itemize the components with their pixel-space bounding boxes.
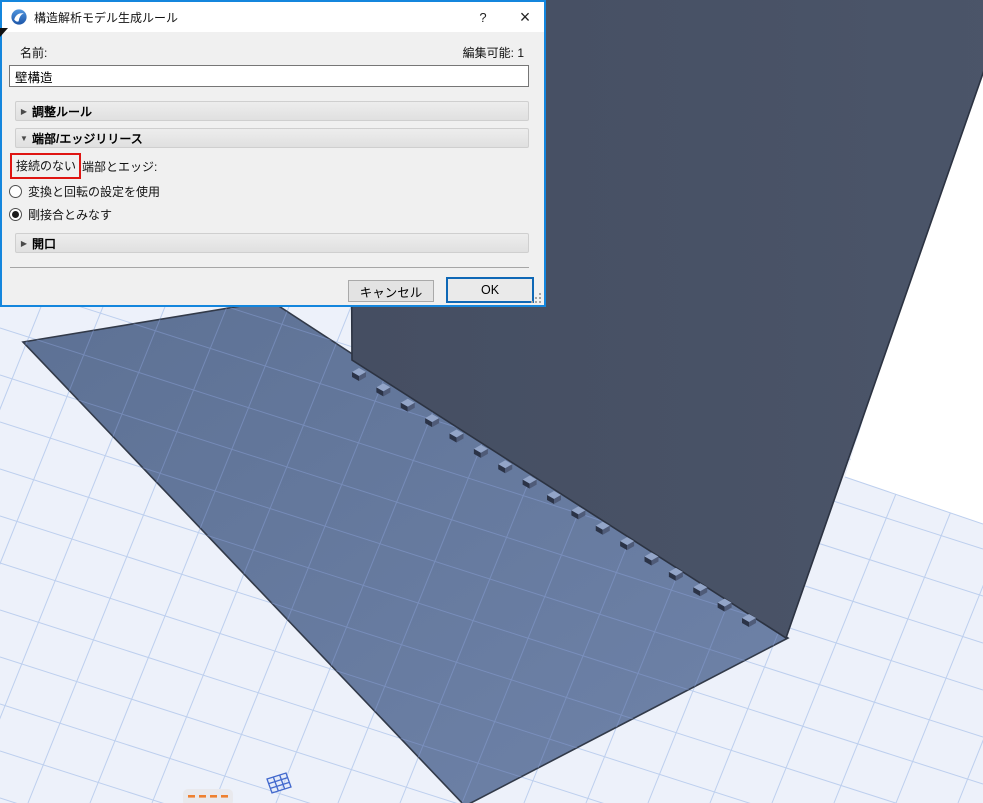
radio-label: 変換と回転の設定を使用 [28, 185, 161, 199]
section-edge-release-label: 端部/エッジリリース [32, 131, 143, 146]
section-openings[interactable]: ▶ 開口 [15, 233, 529, 253]
radio-icon[interactable] [9, 208, 22, 221]
structural-analysis-rules-dialog: 構造解析モデル生成ルール ? × 名前: 編集可能: 1 ▶ 調整ルール ▼ 端… [0, 0, 546, 307]
help-button[interactable]: ? [466, 2, 500, 32]
chevron-right-icon: ▶ [20, 106, 28, 116]
rule-name-input[interactable] [9, 65, 529, 87]
section-adjustment-label: 調整ルール [32, 104, 93, 119]
dialog-titlebar[interactable]: 構造解析モデル生成ルール ? × [2, 2, 544, 32]
chevron-right-icon: ▶ [20, 238, 28, 248]
cancel-button[interactable]: キャンセル [348, 280, 434, 302]
section-adjustment-rules[interactable]: ▶ 調整ルール [15, 101, 529, 121]
ok-button[interactable]: OK [446, 277, 534, 303]
section-openings-label: 開口 [32, 236, 57, 251]
editable-count-label: 編集可能: 1 [462, 46, 524, 60]
marquee-chip[interactable] [183, 789, 233, 803]
red-annotation-box: 接続のない [10, 153, 82, 179]
archicad-logo-icon [11, 9, 27, 25]
close-button[interactable]: × [508, 2, 542, 32]
resize-grip[interactable] [530, 292, 541, 303]
dialog-title: 構造解析モデル生成ルール [34, 10, 179, 25]
radio-option-translation-rotation[interactable]: 変換と回転の設定を使用 [9, 183, 160, 200]
edge-marker-icon [0, 28, 8, 37]
app-window: 構造解析モデル生成ルール ? × 名前: 編集可能: 1 ▶ 調整ルール ▼ 端… [0, 0, 983, 803]
radio-label: 剛接合とみなす [28, 208, 113, 222]
chevron-down-icon: ▼ [20, 133, 28, 143]
radio-icon[interactable] [9, 185, 22, 198]
section-edge-release[interactable]: ▼ 端部/エッジリリース [15, 128, 529, 148]
divider [10, 267, 529, 268]
name-label: 名前: [20, 46, 48, 60]
radio-option-rigid-connection[interactable]: 剛接合とみなす [9, 206, 112, 223]
unconnected-edges-label: 接続のない 端部とエッジ: [10, 153, 157, 179]
